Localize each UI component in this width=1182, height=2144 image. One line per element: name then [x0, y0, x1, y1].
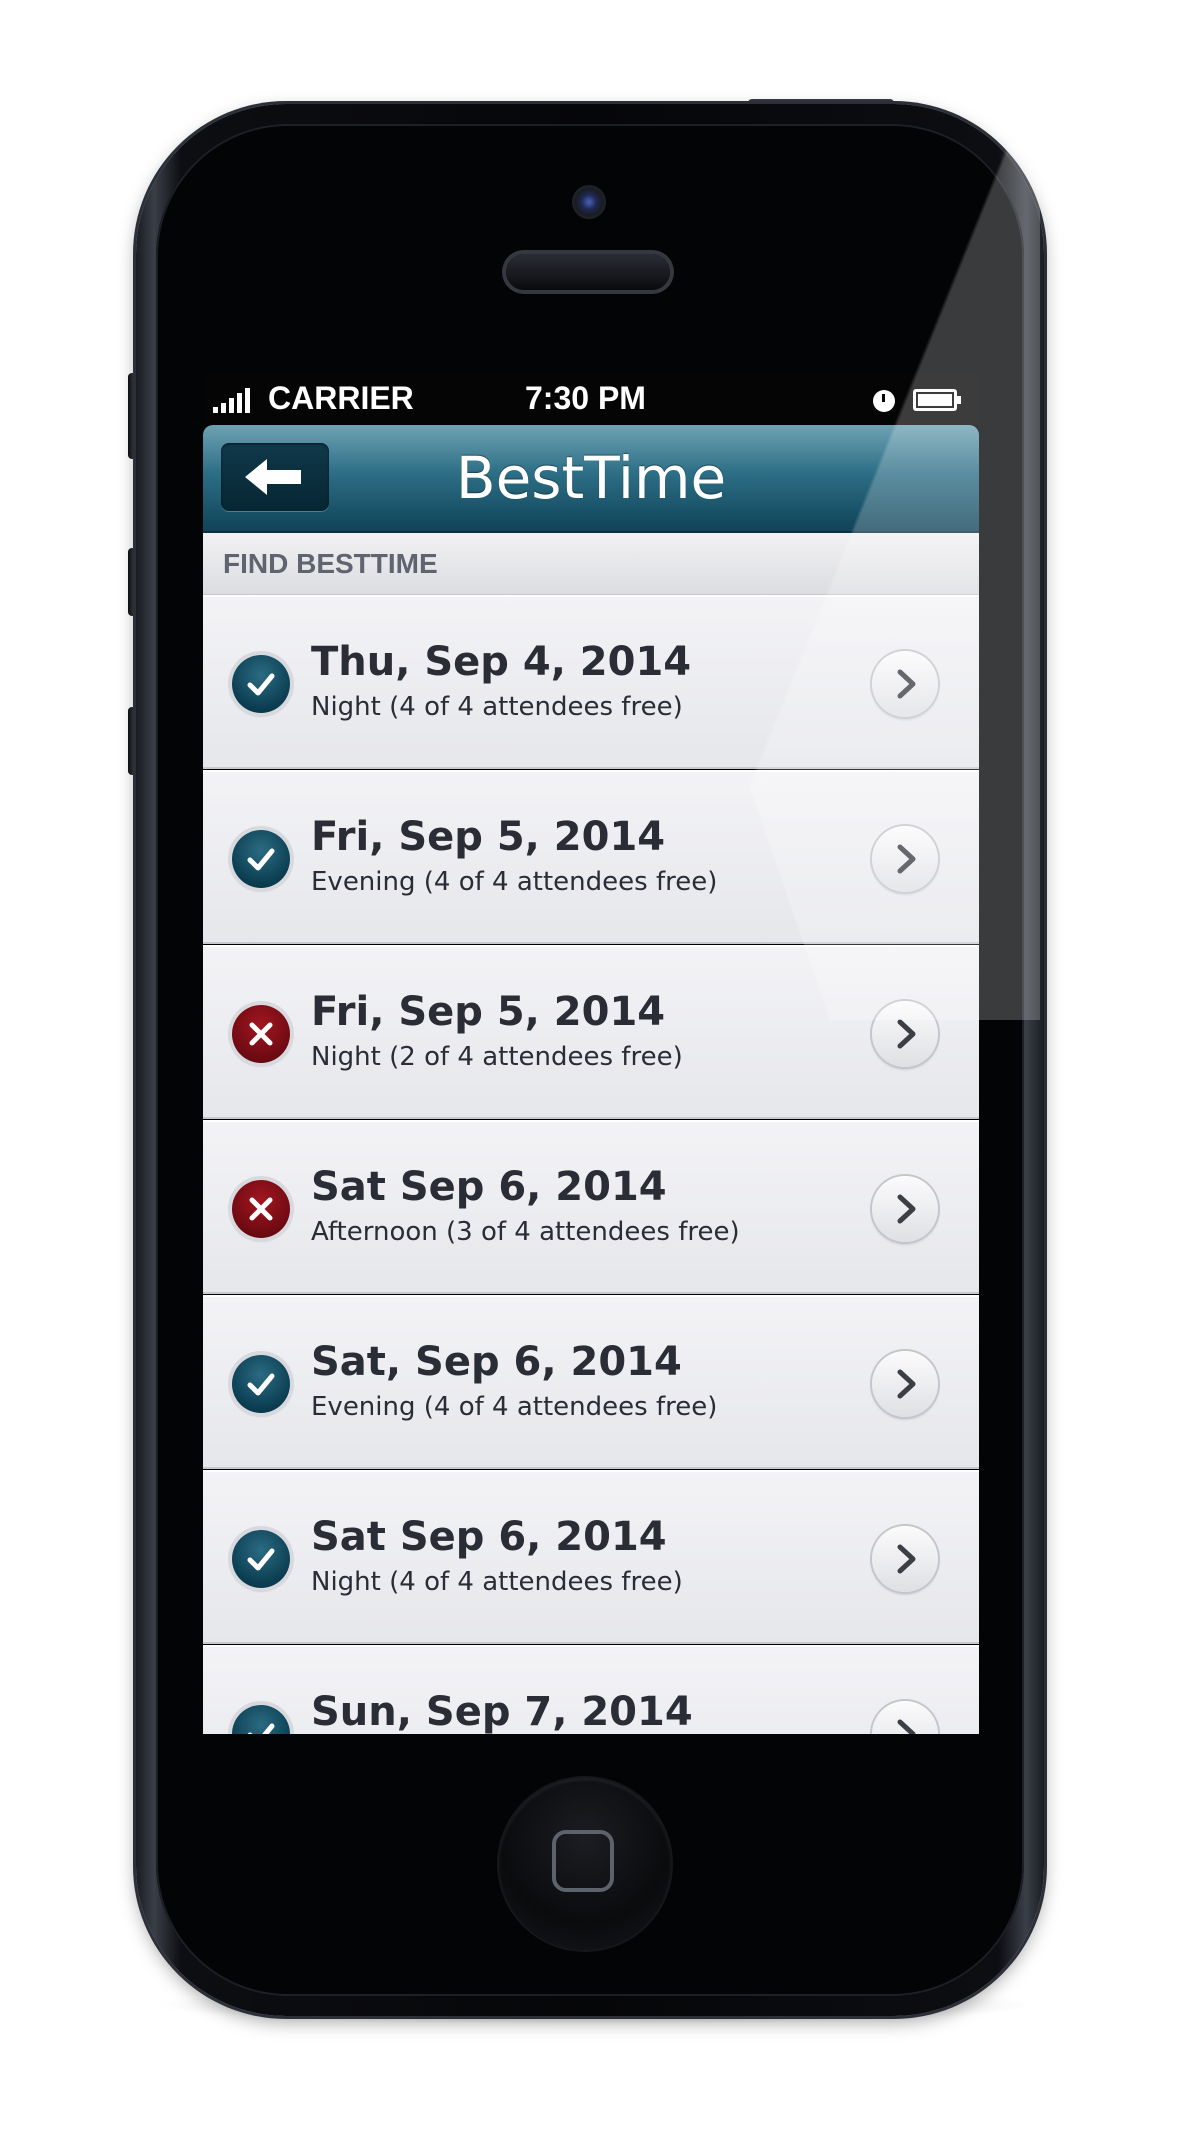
disclosure-button[interactable] [872, 651, 938, 717]
list-item[interactable]: Sat Sep 6, 2014 Night (4 of 4 attendees f… [203, 1470, 979, 1644]
chevron-right-icon [897, 1369, 916, 1399]
navigation-bar: BestTime [203, 425, 979, 533]
row-date: Sat Sep 6, 2014 [311, 1164, 667, 1210]
disclosure-button[interactable] [872, 826, 938, 892]
list-item[interactable]: Fri, Sep 5, 2014 Night (2 of 4 attendees … [203, 945, 979, 1119]
chevron-right-icon [897, 844, 916, 874]
section-header: FIND BESTTIME [203, 533, 979, 595]
list-item[interactable]: Sat Sep 6, 2014 Afternoon (3 of 4 attende… [203, 1120, 979, 1294]
home-square-icon [552, 1830, 614, 1892]
list-item[interactable]: Sat, Sep 6, 2014 Evening (4 of 4 attendee… [203, 1295, 979, 1469]
signal-icon [213, 387, 250, 413]
chevron-right-icon [897, 1194, 916, 1224]
disclosure-button[interactable] [872, 1176, 938, 1242]
page-title: BestTime [455, 444, 727, 512]
section-header-label: FIND BESTTIME [223, 548, 438, 579]
status-time: 7:30 PM [525, 380, 646, 416]
row-availability: Evening (4 of 4 attendees free) [311, 1392, 718, 1422]
row-date: Fri, Sep 5, 2014 [311, 989, 666, 1035]
checkmark-icon [232, 1705, 290, 1734]
chevron-right-icon [897, 669, 916, 699]
cross-icon [232, 1005, 290, 1063]
row-availability: Night (4 of 4 attendees free) [311, 692, 683, 722]
row-date: Sun, Sep 7, 2014 [311, 1689, 693, 1734]
row-date: Fri, Sep 5, 2014 [311, 814, 666, 860]
cross-icon [232, 1180, 290, 1238]
disclosure-button[interactable] [872, 1701, 938, 1734]
status-bar: CARRIER 7:30 PM [203, 373, 979, 425]
disclosure-button[interactable] [872, 1526, 938, 1592]
front-camera [572, 185, 606, 219]
disclosure-button[interactable] [872, 1001, 938, 1067]
alarm-icon [873, 390, 895, 412]
checkmark-icon [232, 830, 290, 888]
row-availability: Afternoon (3 of 4 attendees free) [311, 1217, 740, 1247]
carrier-label: CARRIER [268, 380, 414, 416]
chevron-right-icon [897, 1544, 916, 1574]
list-item[interactable]: Fri, Sep 5, 2014 Evening (4 of 4 attendee… [203, 770, 979, 944]
row-availability: Evening (4 of 4 attendees free) [311, 867, 718, 897]
checkmark-icon [232, 1355, 290, 1413]
checkmark-icon [232, 655, 290, 713]
row-date: Sat Sep 6, 2014 [311, 1514, 667, 1560]
earpiece-speaker [506, 254, 670, 290]
disclosure-button[interactable] [872, 1351, 938, 1417]
chevron-right-icon [897, 1719, 916, 1734]
list-item[interactable]: Sun, Sep 7, 2014Afternoon (4 of 4 attend… [203, 1645, 979, 1734]
checkmark-icon [232, 1530, 290, 1588]
row-availability: Night (2 of 4 attendees free) [311, 1042, 683, 1072]
row-date: Sat, Sep 6, 2014 [311, 1339, 682, 1385]
battery-icon [913, 389, 961, 411]
list-item[interactable]: Thu, Sep 4, 2014 Night (4 of 4 attendees … [203, 595, 979, 769]
row-date: Thu, Sep 4, 2014 [311, 639, 692, 685]
chevron-right-icon [897, 1019, 916, 1049]
screen: CARRIER 7:30 PM BestTime FIND BESTTIME T… [203, 373, 979, 1734]
row-availability: Night (4 of 4 attendees free) [311, 1567, 683, 1597]
